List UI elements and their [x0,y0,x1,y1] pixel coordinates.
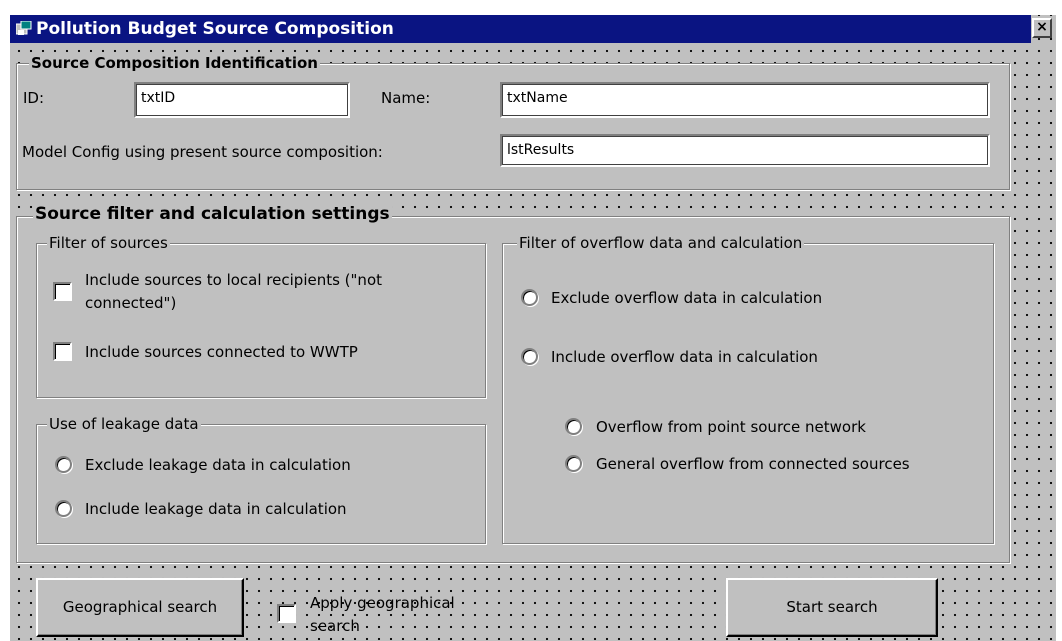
general-overflow-label: General overflow from connected sources [596,455,910,473]
exclude-overflow-label: Exclude overflow data in calculation [551,289,823,307]
include-overflow-radio[interactable] [521,348,538,365]
id-label: ID: [23,89,45,107]
settings-legend: Source filter and calculation settings [33,204,392,224]
general-overflow-radio[interactable] [565,455,582,472]
point-source-overflow-label: Overflow from point source network [596,418,866,436]
title-bar: Pollution Budget Source Composition [10,15,1031,43]
apply-geographical-label-line2: search [310,617,360,635]
app-icon [16,21,32,35]
geographical-search-button[interactable]: Geographical search [36,578,244,637]
start-search-button[interactable]: Start search [726,578,938,637]
filter-sources-legend: Filter of sources [47,234,170,252]
leakage-group: Use of leakage data [36,415,486,544]
include-overflow-label: Include overflow data in calculation [551,348,818,366]
overflow-legend: Filter of overflow data and calculation [517,234,805,252]
include-local-label-line1: Include sources to local recipients ("no… [85,271,382,289]
include-local-checkbox[interactable] [53,282,72,301]
model-config-field[interactable]: lstResults [500,134,990,167]
exclude-leakage-radio[interactable] [55,456,72,473]
point-source-overflow-radio[interactable] [565,418,582,435]
include-local-label-line2: connected") [85,294,177,312]
apply-geographical-label-line1: Apply geographical [310,594,455,612]
model-config-label: Model Config using present source compos… [22,143,383,161]
filter-sources-group: Filter of sources [36,234,486,398]
include-wwtp-checkbox[interactable] [53,342,72,361]
close-button[interactable]: × [1032,18,1052,38]
name-field[interactable]: txtName [500,82,990,118]
exclude-leakage-label: Exclude leakage data in calculation [85,456,351,474]
include-leakage-radio[interactable] [55,500,72,517]
include-wwtp-label: Include sources connected to WWTP [85,343,358,361]
exclude-overflow-radio[interactable] [521,289,538,306]
include-leakage-label: Include leakage data in calculation [85,500,347,518]
id-field[interactable]: txtID [134,82,350,118]
identification-legend: Source Composition Identification [29,54,320,72]
name-label: Name: [381,89,431,107]
leakage-legend: Use of leakage data [47,415,201,433]
window-title: Pollution Budget Source Composition [36,19,394,39]
apply-geographical-checkbox[interactable] [277,604,296,623]
